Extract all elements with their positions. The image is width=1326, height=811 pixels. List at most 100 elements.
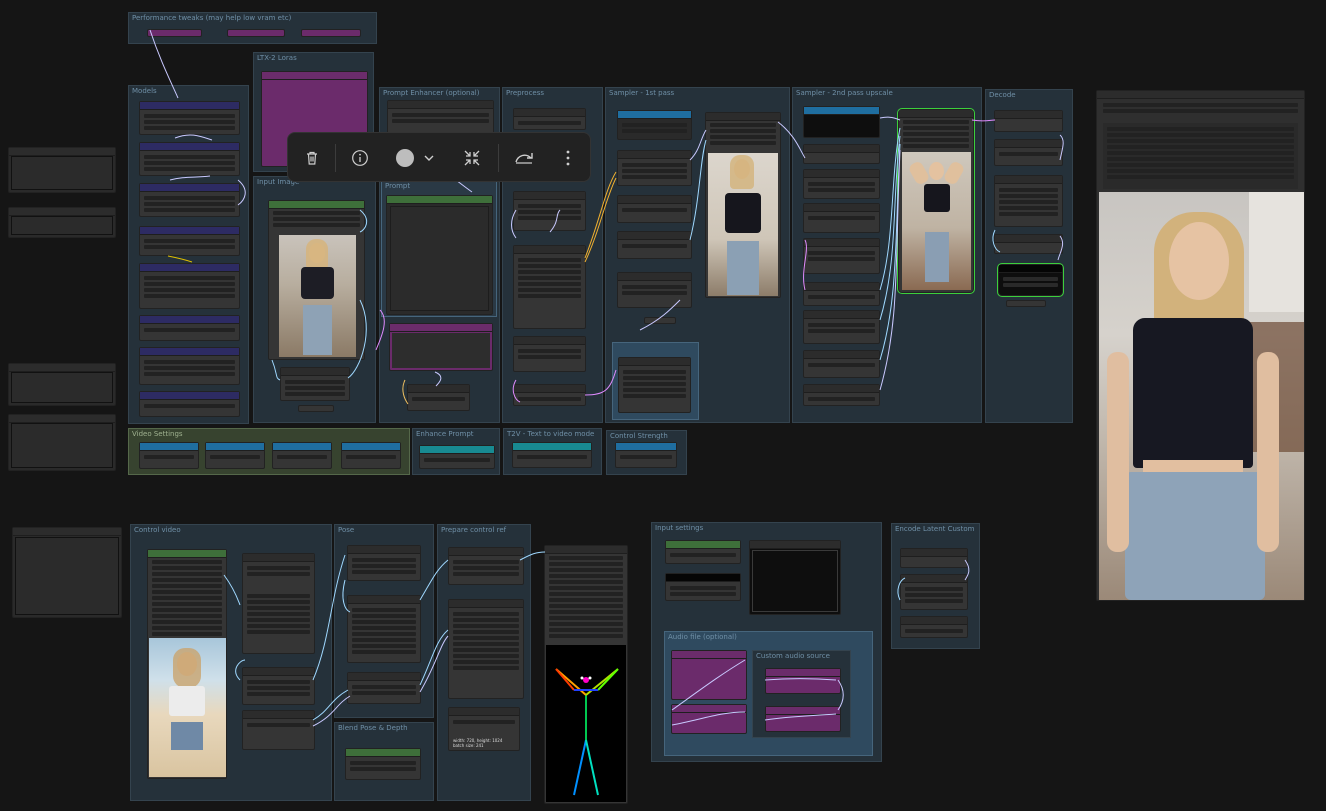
group-decode[interactable]: Decode — [985, 89, 1073, 423]
pose-node-2[interactable] — [347, 595, 421, 663]
decode-output-node[interactable] — [997, 263, 1064, 297]
perf-node-3[interactable] — [301, 29, 361, 37]
group-enhance-prompt[interactable]: Enhance Prompt — [412, 428, 500, 475]
custom-audio-node-1[interactable] — [765, 668, 841, 694]
model-loader-8[interactable] — [139, 391, 240, 417]
encode-node-2[interactable] — [900, 574, 968, 610]
loose-node-2[interactable] — [8, 207, 116, 238]
group-prompt[interactable]: Prompt — [381, 180, 497, 317]
reroute-node[interactable] — [298, 405, 334, 412]
enhance-toggle-node[interactable] — [419, 445, 495, 469]
group-sampler1-sub[interactable] — [612, 342, 699, 420]
input-setting-note[interactable] — [749, 540, 841, 615]
conditioning-node[interactable] — [407, 384, 470, 411]
video-length-node[interactable] — [272, 442, 332, 469]
sampler2-node-5[interactable] — [803, 238, 880, 274]
group-performance[interactable]: Performance tweaks (may help low vram et… — [128, 12, 377, 44]
prompt-text-node[interactable] — [386, 195, 493, 315]
sampler1-node-3[interactable] — [617, 195, 692, 223]
sampler1-reroute[interactable] — [644, 317, 676, 324]
decode-node-1[interactable] — [994, 110, 1063, 132]
control-node-1[interactable] — [242, 553, 315, 654]
encode-node-3[interactable] — [900, 616, 968, 638]
video-fps-node[interactable] — [341, 442, 401, 469]
sampler2-node-9[interactable] — [803, 384, 880, 406]
loose-node-4[interactable] — [8, 414, 116, 471]
preprocess-node-3[interactable] — [513, 245, 586, 329]
bypass-icon[interactable] — [512, 145, 536, 171]
sampler1-node-4[interactable] — [617, 231, 692, 259]
audio-node-2[interactable] — [671, 704, 747, 734]
sampler2-preview-node[interactable] — [897, 108, 975, 294]
color-picker[interactable] — [392, 145, 440, 171]
sampler1-node-2[interactable] — [617, 150, 692, 186]
output-video-node[interactable] — [1096, 90, 1305, 601]
loose-node-5[interactable] — [12, 527, 122, 618]
model-loader-6[interactable] — [139, 315, 240, 341]
decode-node-2[interactable] — [994, 139, 1063, 166]
sampler2-node-8[interactable] — [803, 350, 880, 378]
sampler1-preview[interactable] — [705, 112, 781, 298]
model-loader-7[interactable] — [139, 347, 240, 385]
decode-node-4[interactable] — [994, 234, 1063, 254]
load-video-node[interactable] — [147, 549, 227, 779]
loose-node-1[interactable] — [8, 147, 116, 193]
preprocess-node-5[interactable] — [513, 384, 586, 406]
fit-view-icon[interactable] — [460, 145, 484, 171]
sampler2-node-2[interactable] — [803, 144, 880, 164]
sampler2-node-6[interactable] — [803, 282, 880, 306]
blend-node[interactable] — [345, 748, 421, 780]
model-loader-2[interactable] — [139, 142, 240, 176]
perf-node-1[interactable] — [147, 29, 202, 37]
group-models[interactable]: Models — [128, 85, 249, 424]
delete-icon[interactable] — [300, 145, 324, 171]
more-options-icon[interactable] — [556, 145, 580, 171]
t2v-toggle-node[interactable] — [512, 442, 592, 468]
sampler1-node-1[interactable] — [617, 110, 692, 140]
model-loader-3[interactable] — [139, 183, 240, 217]
load-image-node[interactable] — [268, 200, 365, 360]
control-node-2[interactable] — [242, 667, 315, 705]
loose-node-3[interactable] — [8, 363, 116, 406]
sampler2-node-7[interactable] — [803, 310, 880, 344]
group-t2v[interactable]: T2V - Text to video mode — [503, 428, 602, 475]
sampler1-decode-node[interactable] — [618, 357, 691, 413]
pose-node-3[interactable] — [347, 672, 421, 704]
sampler2-node-3[interactable] — [803, 169, 880, 199]
model-loader-1[interactable] — [139, 101, 240, 135]
control-node-3[interactable] — [242, 710, 315, 750]
model-loader-5[interactable] — [139, 263, 240, 309]
group-input-image[interactable]: Input Image — [253, 176, 376, 423]
sampler1-node-5[interactable] — [617, 272, 692, 308]
preprocess-node-4[interactable] — [513, 336, 586, 372]
group-pose[interactable]: Pose — [334, 524, 434, 718]
pose-preview-node[interactable] — [544, 545, 628, 804]
preprocess-node-2[interactable] — [513, 191, 586, 231]
video-info-node[interactable]: width: 720, height: 1024 batch size: 241 — [448, 707, 520, 751]
audio-node-1[interactable] — [671, 650, 747, 700]
prepare-node-1[interactable] — [448, 547, 524, 585]
sampler2-node-4[interactable] — [803, 203, 880, 233]
group-custom-audio-source[interactable]: Custom audio source — [752, 650, 851, 738]
resize-node[interactable] — [280, 367, 350, 401]
input-setting-node-2[interactable] — [665, 573, 741, 601]
pose-node-1[interactable] — [347, 545, 421, 581]
video-width-node[interactable] — [139, 442, 199, 469]
group-video-settings[interactable]: Video Settings — [128, 428, 410, 475]
decode-node-3[interactable] — [994, 175, 1063, 227]
group-sampler-2nd[interactable]: Sampler - 2nd pass upscale — [792, 87, 982, 423]
group-control-video[interactable]: Control video — [130, 524, 332, 801]
sampler2-node-1[interactable] — [803, 106, 880, 138]
text-encode-node[interactable] — [389, 323, 493, 371]
group-encode-latent-custom[interactable]: Encode Latent Custom — [891, 523, 980, 649]
video-height-node[interactable] — [205, 442, 265, 469]
preprocess-node-1[interactable] — [513, 108, 586, 130]
input-setting-node-1[interactable] — [665, 540, 741, 564]
custom-audio-node-2[interactable] — [765, 706, 841, 732]
perf-node-2[interactable] — [227, 29, 285, 37]
info-icon[interactable] — [348, 145, 372, 171]
model-loader-4[interactable] — [139, 226, 240, 256]
decode-reroute[interactable] — [1006, 300, 1046, 307]
group-blend-pose-depth[interactable]: Blend Pose & Depth — [334, 722, 434, 801]
encode-node-1[interactable] — [900, 548, 968, 568]
